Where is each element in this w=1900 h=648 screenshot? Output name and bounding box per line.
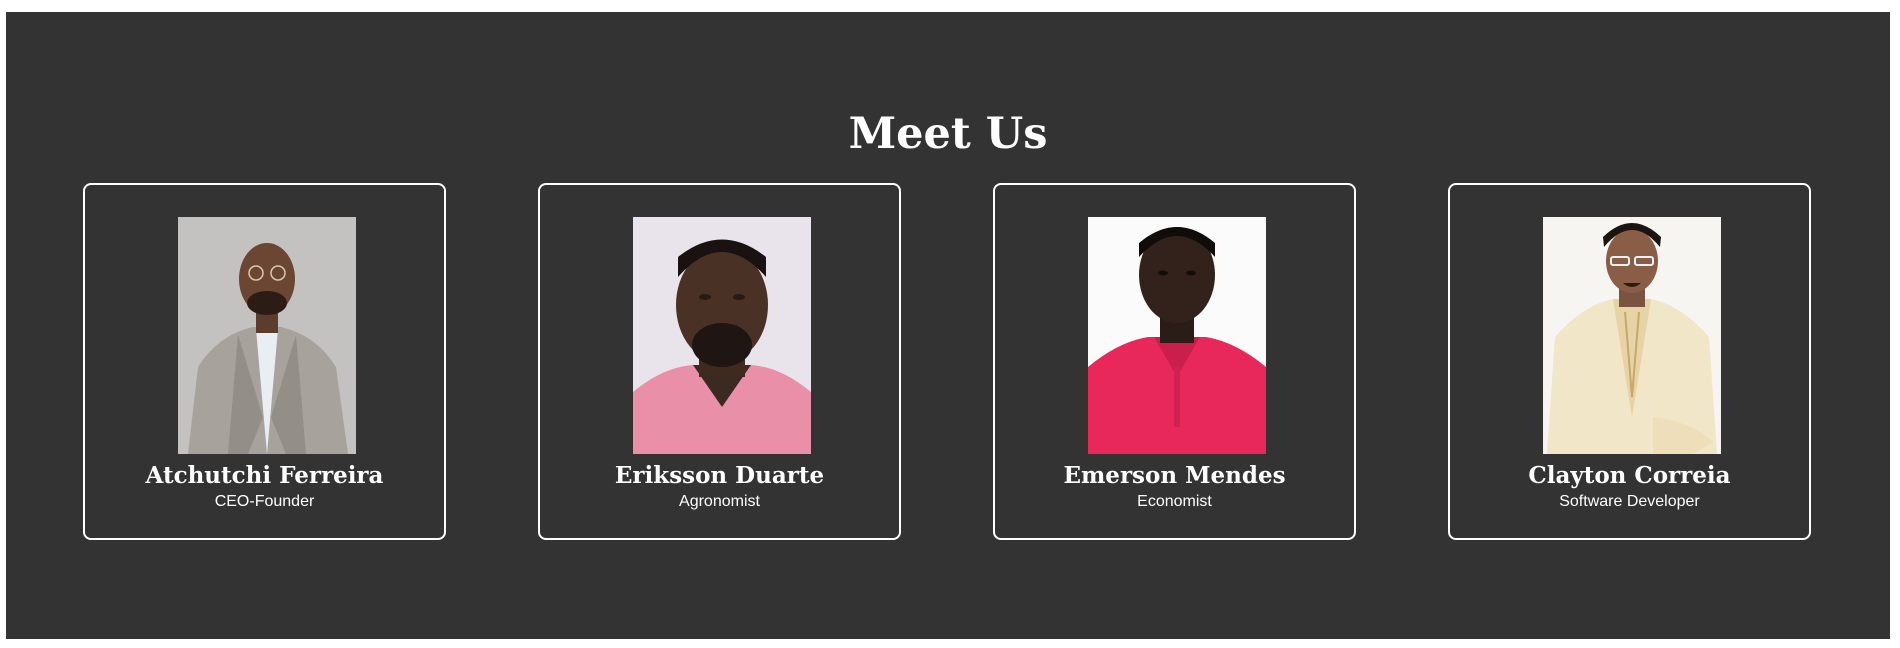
member-name: Eriksson Duarte [614,462,825,489]
member-role: Software Developer [1559,493,1700,510]
member-photo [1543,217,1721,454]
team-member-card: Emerson Mendes Economist [993,183,1356,540]
member-photo [178,217,356,454]
member-role: CEO-Founder [214,493,315,510]
member-photo [1088,217,1266,454]
member-name: Emerson Mendes [1063,462,1286,489]
meet-us-section: Meet Us Atchutchi Ferreira CEO-Founder E… [6,12,1890,639]
member-name: Clayton Correia [1528,462,1731,489]
member-name: Atchutchi Ferreira [145,462,384,489]
section-title: Meet Us [848,109,1048,159]
team-member-card: Eriksson Duarte Agronomist [538,183,901,540]
member-role: Agronomist [679,493,760,510]
team-member-card: Clayton Correia Software Developer [1448,183,1811,540]
member-role: Economist [1137,493,1212,510]
team-member-card: Atchutchi Ferreira CEO-Founder [83,183,446,540]
member-photo [633,217,811,454]
